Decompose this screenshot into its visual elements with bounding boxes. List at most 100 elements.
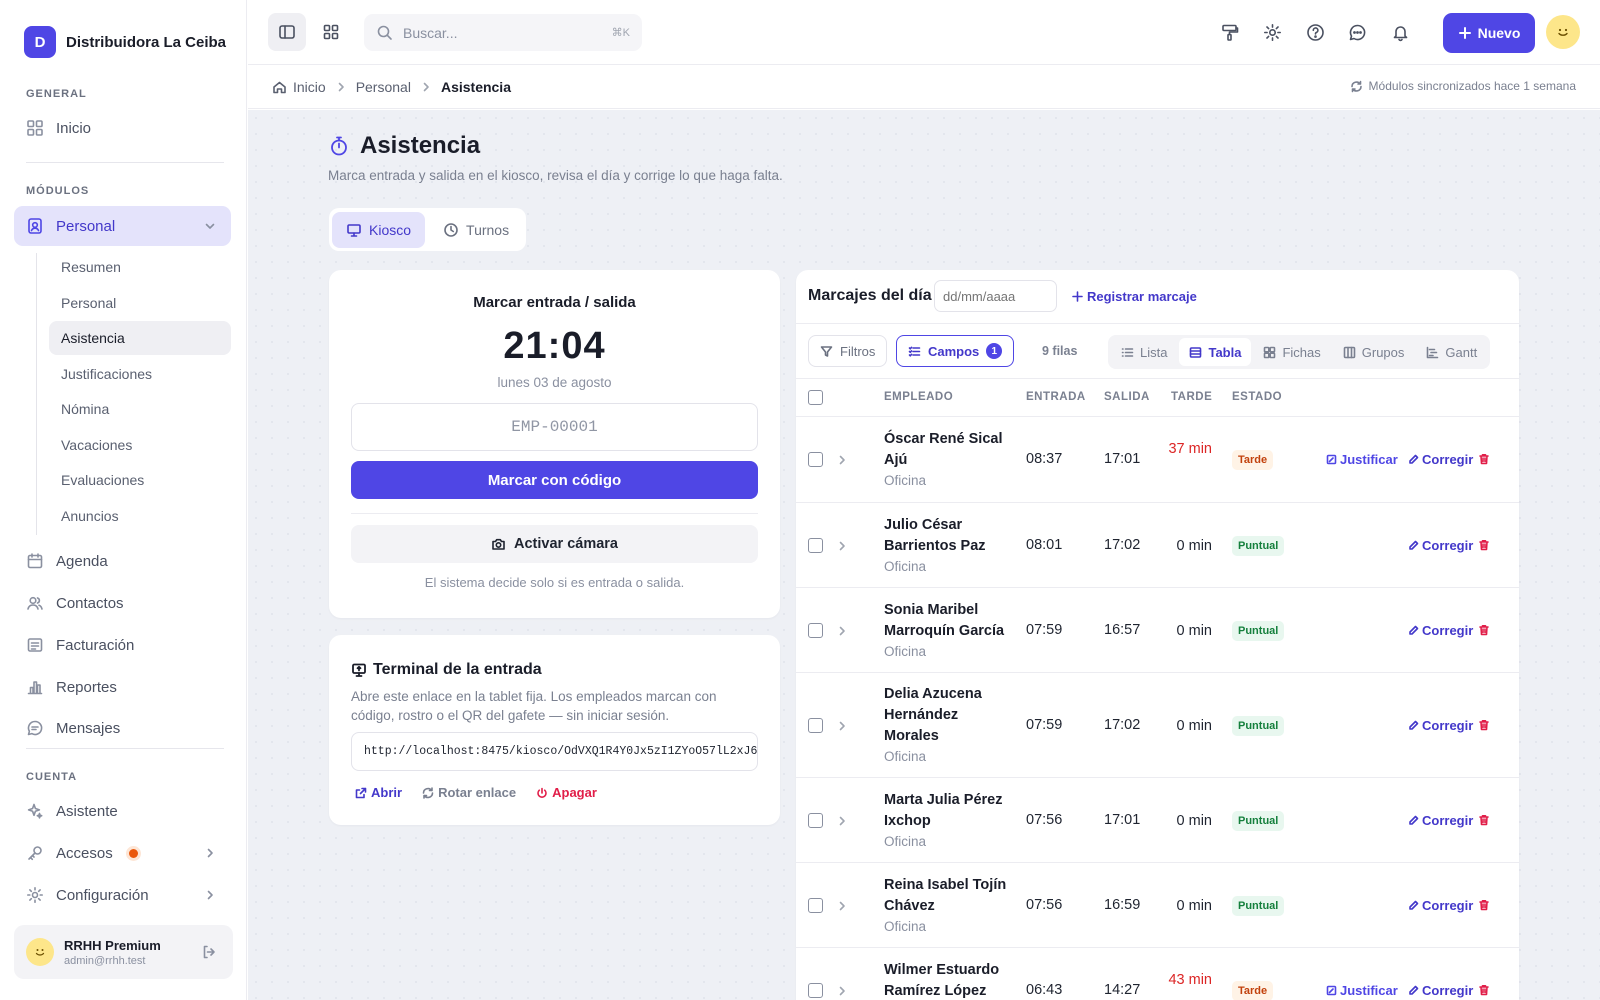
expand-row-icon[interactable] — [836, 720, 848, 732]
help-button[interactable] — [1296, 13, 1334, 51]
employee-cell[interactable]: Sonia Maribel Marroquín García Oficina — [884, 600, 1009, 662]
employee-cell[interactable]: Reina Isabel Tojín Chávez Oficina — [884, 875, 1009, 937]
correct-button[interactable]: Corregir — [1408, 452, 1473, 467]
column-empleado[interactable]: EMPLEADO — [884, 391, 953, 403]
table-row[interactable]: Sonia Maribel Marroquín García Oficina 07:… — [796, 588, 1519, 673]
sidebar-item-personal[interactable]: Personal — [14, 206, 231, 246]
row-checkbox[interactable] — [808, 537, 823, 553]
avatar[interactable] — [1546, 15, 1580, 49]
sidebar-item-facturacion[interactable]: Facturación — [14, 625, 231, 665]
employee-code-input[interactable] — [351, 403, 758, 451]
expand-row-icon[interactable] — [836, 900, 848, 912]
sidebar-subitem-anuncios[interactable]: Anuncios — [49, 499, 231, 533]
expand-row-icon[interactable] — [836, 540, 848, 552]
trash-icon[interactable] — [1478, 719, 1490, 731]
logout-icon[interactable] — [201, 944, 217, 960]
employee-cell[interactable]: Marta Julia Pérez Ixchop Oficina — [884, 790, 1009, 852]
row-checkbox[interactable] — [808, 982, 823, 998]
paint-button[interactable] — [1210, 13, 1248, 51]
view-lista[interactable]: Lista — [1111, 338, 1177, 366]
view-fichas[interactable]: Fichas — [1253, 338, 1330, 366]
kiosk-url-field[interactable]: http://localhost:8475/kiosco/OdVXQ1R4Y0J… — [351, 732, 758, 771]
sidebar-subitem-resumen[interactable]: Resumen — [49, 250, 231, 284]
user-card[interactable]: RRHH Premium admin@rrhh.test — [14, 925, 233, 979]
select-all-checkbox[interactable] — [808, 390, 823, 405]
row-checkbox[interactable] — [808, 812, 823, 828]
correct-button[interactable]: Corregir — [1408, 813, 1473, 828]
justify-button[interactable]: Justificar — [1326, 452, 1398, 467]
sidebar-item-agenda[interactable]: Agenda — [14, 541, 231, 581]
tab-turnos[interactable]: Turnos — [429, 212, 523, 248]
row-checkbox[interactable] — [808, 452, 823, 467]
settings-button[interactable] — [1253, 13, 1291, 51]
search-input[interactable] — [403, 24, 583, 41]
column-salida[interactable]: SALIDA — [1104, 391, 1150, 403]
sidebar-subitem-asistencia[interactable]: Asistencia — [49, 321, 231, 355]
chevron-down-icon[interactable] — [203, 219, 217, 233]
activate-camera-button[interactable]: Activar cámara — [351, 525, 758, 563]
table-row[interactable]: Marta Julia Pérez Ixchop Oficina 07:56 17:0… — [796, 778, 1519, 863]
table-row[interactable]: Wilmer Estuardo Ramírez LópezOficina 06:4… — [796, 948, 1519, 1000]
date-picker[interactable] — [934, 280, 1057, 312]
apps-button[interactable] — [312, 13, 350, 51]
row-checkbox[interactable] — [808, 622, 823, 638]
expand-row-icon[interactable] — [836, 625, 848, 637]
sidebar-item-accesos[interactable]: Accesos — [14, 833, 231, 873]
employee-cell[interactable]: Delia Azucena Hernández Morales Oficina — [884, 684, 1009, 767]
power-off-button[interactable]: Apagar — [536, 785, 597, 800]
sidebar-item-contactos[interactable]: Contactos — [14, 583, 231, 623]
sidebar-subitem-nomina[interactable]: Nómina — [49, 392, 231, 426]
employee-cell[interactable]: Wilmer Estuardo Ramírez LópezOficina — [884, 960, 1009, 1000]
table-row[interactable]: Reina Isabel Tojín Chávez Oficina 07:56 16:… — [796, 863, 1519, 948]
sidebar-item-reportes[interactable]: Reportes — [14, 667, 231, 707]
trash-icon[interactable] — [1478, 453, 1490, 465]
correct-button[interactable]: Corregir — [1408, 538, 1473, 553]
correct-button[interactable]: Corregir — [1408, 983, 1473, 998]
expand-row-icon[interactable] — [836, 454, 848, 466]
trash-icon[interactable] — [1478, 814, 1490, 826]
column-estado[interactable]: ESTADO — [1232, 391, 1282, 403]
rotate-link-button[interactable]: Rotar enlace — [422, 785, 516, 800]
justify-button[interactable]: Justificar — [1326, 983, 1398, 998]
sidebar-subitem-justificaciones[interactable]: Justificaciones — [49, 357, 231, 391]
register-mark-button[interactable]: Registrar marcaje — [1072, 289, 1197, 304]
table-row[interactable]: Julio César Barrientos Paz Oficina 08:01 17… — [796, 503, 1519, 588]
trash-icon[interactable] — [1478, 984, 1490, 996]
open-link-button[interactable]: Abrir — [355, 785, 402, 800]
notifications-button[interactable] — [1381, 13, 1419, 51]
toggle-sidebar-button[interactable] — [268, 13, 306, 51]
brand[interactable]: D Distribuidora La Ceiba — [24, 26, 226, 58]
view-grupos[interactable]: Grupos — [1333, 338, 1415, 366]
sidebar-item-inicio[interactable]: Inicio — [14, 108, 231, 148]
new-button[interactable]: Nuevo — [1443, 13, 1535, 53]
sidebar-item-mensajes[interactable]: Mensajes — [14, 708, 231, 748]
sidebar-subitem-personal[interactable]: Personal — [49, 286, 231, 320]
sidebar-item-asistente[interactable]: Asistente — [14, 791, 231, 831]
row-checkbox[interactable] — [808, 717, 823, 733]
expand-row-icon[interactable] — [836, 815, 848, 827]
column-tarde[interactable]: TARDE — [1171, 391, 1212, 403]
correct-button[interactable]: Corregir — [1408, 718, 1473, 733]
employee-cell[interactable]: Julio César Barrientos Paz Oficina — [884, 515, 1009, 577]
sidebar-item-configuracion[interactable]: Configuración — [14, 875, 231, 915]
table-row[interactable]: Delia Azucena Hernández Morales Oficina 07… — [796, 673, 1519, 778]
view-gantt[interactable]: Gantt — [1416, 338, 1487, 366]
mark-with-code-button[interactable]: Marcar con código — [351, 461, 758, 499]
filters-button[interactable]: Filtros — [808, 335, 888, 367]
trash-icon[interactable] — [1478, 624, 1490, 636]
expand-row-icon[interactable] — [836, 985, 848, 997]
column-entrada[interactable]: ENTRADA — [1026, 391, 1086, 403]
search-box[interactable]: ⌘K — [364, 14, 642, 51]
sidebar-subitem-vacaciones[interactable]: Vacaciones — [49, 428, 231, 462]
tab-kiosco[interactable]: Kiosco — [332, 211, 426, 248]
trash-icon[interactable] — [1478, 539, 1490, 551]
correct-button[interactable]: Corregir — [1408, 898, 1473, 913]
sidebar-subitem-evaluaciones[interactable]: Evaluaciones — [49, 463, 231, 497]
fields-button[interactable]: Campos 1 — [896, 335, 1015, 367]
breadcrumb-item-inicio[interactable]: Inicio — [272, 79, 326, 95]
view-tabla[interactable]: Tabla — [1179, 338, 1252, 366]
chat-button[interactable] — [1338, 13, 1376, 51]
row-checkbox[interactable] — [808, 897, 823, 913]
employee-cell[interactable]: Óscar René Sical Ajú Oficina — [884, 429, 1009, 491]
table-row[interactable]: Óscar René Sical Ajú Oficina 08:37 17:01 37 … — [796, 417, 1519, 503]
